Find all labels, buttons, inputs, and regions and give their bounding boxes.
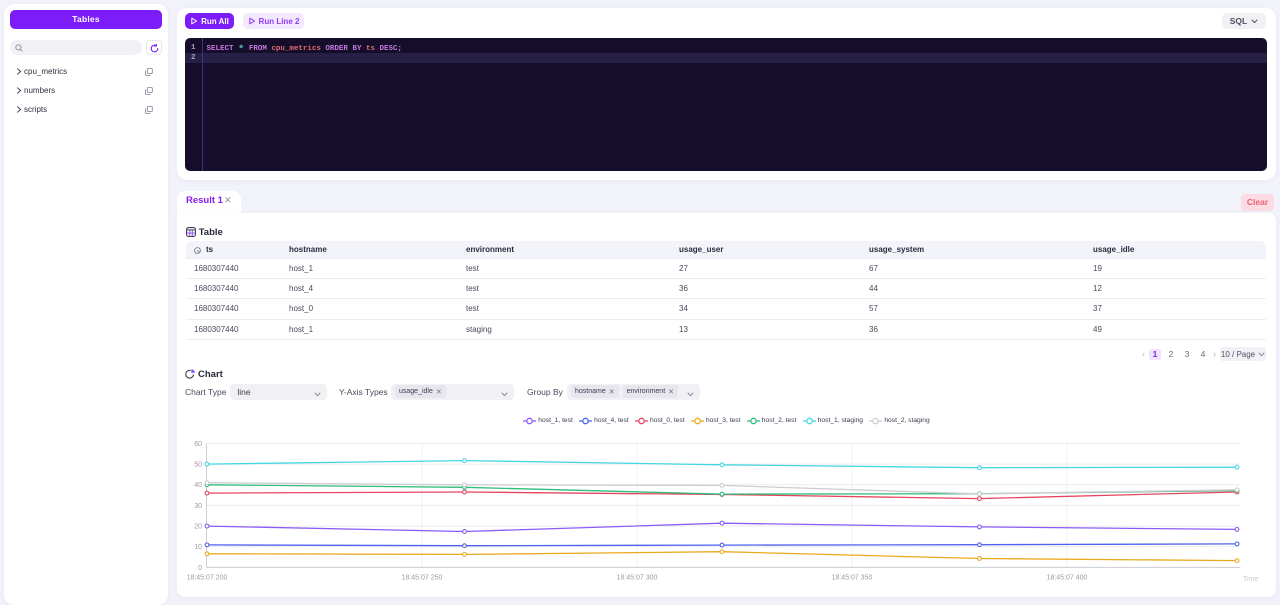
svg-text:40: 40 <box>194 482 202 489</box>
svg-text:60: 60 <box>194 441 202 448</box>
svg-text:18:45:07 350: 18:45:07 350 <box>832 575 873 582</box>
svg-text:Time: Time <box>1243 576 1258 583</box>
svg-text:18:45:07 200: 18:45:07 200 <box>187 575 228 582</box>
svg-text:18:45:07 400: 18:45:07 400 <box>1047 575 1088 582</box>
svg-text:18:45:07 250: 18:45:07 250 <box>402 575 443 582</box>
svg-text:20: 20 <box>194 524 202 531</box>
svg-text:30: 30 <box>194 503 202 510</box>
svg-text:50: 50 <box>194 462 202 469</box>
svg-text:0: 0 <box>198 565 202 572</box>
svg-text:10: 10 <box>194 544 202 551</box>
svg-text:18:45:07 300: 18:45:07 300 <box>617 575 658 582</box>
